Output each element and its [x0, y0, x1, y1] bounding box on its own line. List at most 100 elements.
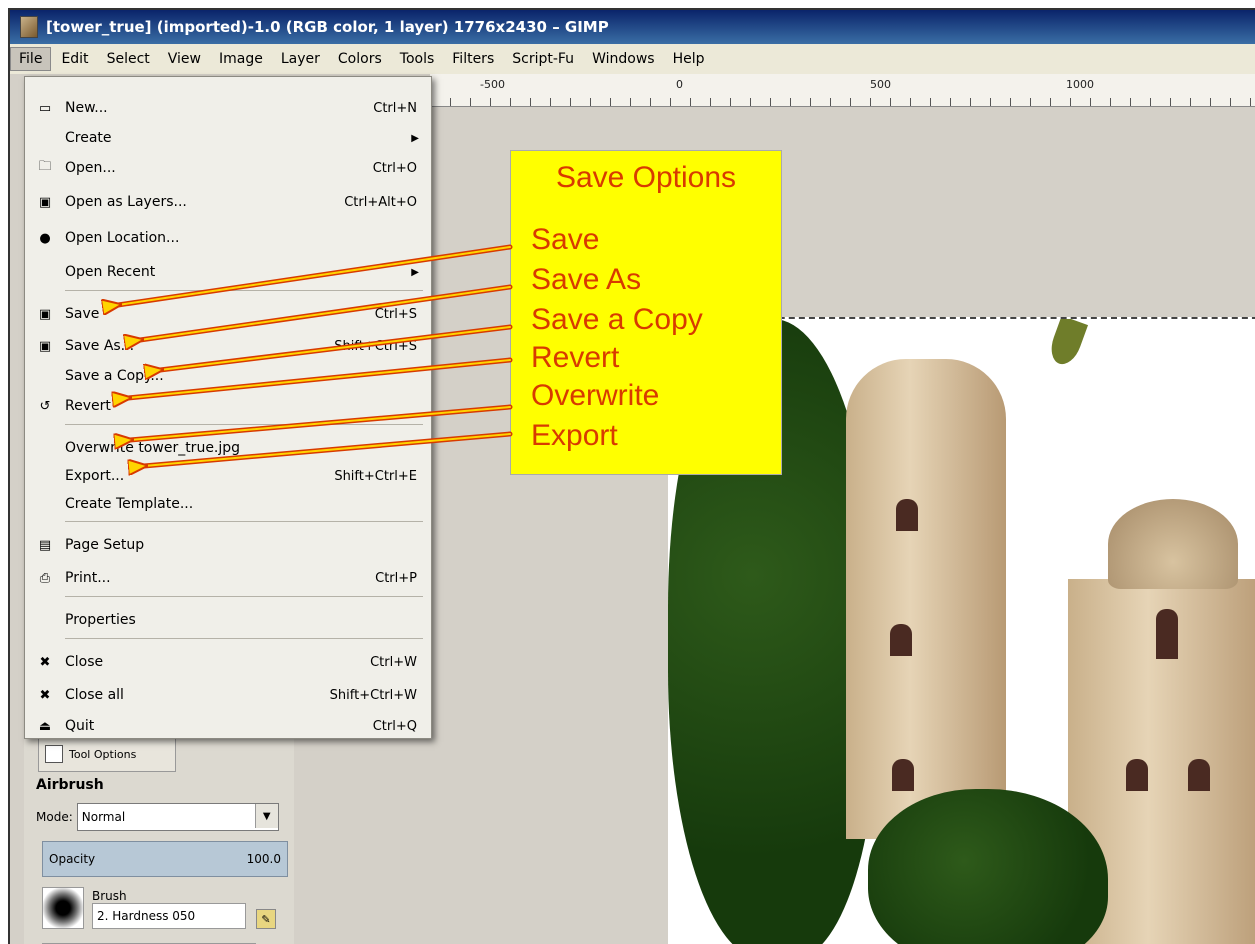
- menu-separator: [65, 424, 423, 425]
- tower-window: [890, 624, 912, 656]
- menu-item-save-as[interactable]: ▣ Save As... Shift+Ctrl+S: [25, 331, 431, 361]
- submenu-arrow-icon: ▶: [411, 266, 419, 278]
- menu-image[interactable]: Image: [211, 48, 271, 70]
- menu-icon-blank: [37, 496, 53, 512]
- menu-help[interactable]: Help: [665, 48, 713, 70]
- save-as-icon: ▣: [38, 338, 52, 354]
- menu-item-close-all[interactable]: ✖ Close all Shift+Ctrl+W: [25, 680, 431, 710]
- menu-item-close[interactable]: ✖ Close Ctrl+W: [25, 647, 431, 677]
- menu-item-overwrite[interactable]: Overwrite tower_true.jpg: [25, 433, 431, 463]
- page-setup-icon: ▤: [38, 537, 52, 553]
- print-icon: ⎙: [39, 570, 51, 586]
- menu-script-fu[interactable]: Script-Fu: [504, 48, 582, 70]
- brush-preview[interactable]: [42, 887, 84, 929]
- menu-item-save[interactable]: ▣ Save Ctrl+S: [25, 299, 431, 329]
- file-menu: ▭ New... Ctrl+N Create ▶ 🗀 Open... Ctrl+…: [24, 76, 432, 739]
- edit-brush-icon[interactable]: ✎: [256, 909, 276, 929]
- menu-item-shortcut: Ctrl+W: [370, 654, 417, 670]
- menu-filters[interactable]: Filters: [444, 48, 502, 70]
- menu-item-shortcut: Ctrl+N: [373, 100, 417, 116]
- menu-item-export[interactable]: Export... Shift+Ctrl+E: [25, 461, 431, 491]
- menu-item-open-recent[interactable]: Open Recent ▶: [25, 257, 431, 287]
- menu-item-label: Save a Copy...: [65, 368, 164, 384]
- open-folder-icon: 🗀: [38, 159, 52, 174]
- brush-name-input[interactable]: 2. Hardness 050: [92, 903, 246, 929]
- menu-layer[interactable]: Layer: [273, 48, 328, 70]
- brush-field: Brush 2. Hardness 050: [92, 889, 246, 929]
- menu-item-properties[interactable]: Properties: [25, 605, 431, 635]
- tower-window: [1126, 759, 1148, 791]
- menu-item-open-location[interactable]: ● Open Location...: [25, 223, 431, 253]
- ruler-ticks: [430, 98, 1255, 106]
- menu-item-save-a-copy[interactable]: Save a Copy...: [25, 361, 431, 391]
- gimp-app-icon: [20, 16, 38, 38]
- menu-item-label: Page Setup: [65, 537, 145, 553]
- menu-separator: [65, 596, 423, 597]
- save-icon: ▣: [38, 306, 52, 322]
- brush-value: 2. Hardness 050: [97, 909, 196, 923]
- menu-item-revert[interactable]: ↺ Revert: [25, 391, 431, 421]
- menu-icon-blank: [37, 612, 53, 628]
- tab-label: Tool Options: [69, 747, 137, 761]
- menu-item-label: Save As...: [65, 338, 135, 354]
- menu-item-label: Open Recent: [65, 264, 156, 280]
- menu-item-page-setup[interactable]: ▤ Page Setup: [25, 530, 431, 560]
- menu-item-label: Close all: [65, 687, 124, 703]
- menu-item-create-template[interactable]: Create Template...: [25, 489, 431, 519]
- menu-item-shortcut: Ctrl+S: [374, 306, 417, 322]
- menu-select[interactable]: Select: [99, 48, 158, 70]
- tool-options-panel: Tool Options Airbrush Mode: Normal ▼ Opa…: [24, 737, 294, 944]
- menu-item-shortcut: Ctrl+P: [375, 570, 417, 586]
- mode-select[interactable]: Normal ▼: [76, 803, 279, 831]
- title-bar: [tower_true] (imported)-1.0 (RGB color, …: [10, 10, 1255, 44]
- menu-edit[interactable]: Edit: [53, 48, 96, 70]
- menu-separator: [65, 290, 423, 291]
- menu-item-shortcut: Ctrl+O: [372, 160, 417, 176]
- menu-colors[interactable]: Colors: [330, 48, 390, 70]
- menu-item-shortcut: Shift+Ctrl+E: [334, 468, 417, 484]
- menu-icon-blank: [37, 440, 53, 456]
- callout-title: Save Options: [555, 161, 737, 194]
- menu-item-quit[interactable]: ⏏ Quit Ctrl+Q: [25, 711, 431, 741]
- menu-windows[interactable]: Windows: [584, 48, 663, 70]
- menu-separator: [65, 638, 423, 639]
- menu-bar: File Edit Select View Image Layer Colors…: [10, 44, 1255, 74]
- menu-icon-blank: [37, 264, 53, 280]
- menu-item-open-as-layers[interactable]: ▣ Open as Layers... Ctrl+Alt+O: [25, 187, 431, 217]
- close-icon: ✖: [39, 654, 51, 670]
- save-options-callout: Save Options Save Save As Save a Copy Re…: [510, 150, 782, 475]
- tool-name: Airbrush: [36, 777, 104, 793]
- gimp-window: [tower_true] (imported)-1.0 (RGB color, …: [8, 8, 1255, 944]
- chevron-down-icon[interactable]: ▼: [254, 804, 278, 828]
- menu-item-shortcut: Ctrl+Alt+O: [344, 194, 417, 210]
- menu-file[interactable]: File: [10, 47, 52, 71]
- menu-item-label: Open...: [65, 160, 116, 176]
- brush-row: Brush 2. Hardness 050 ✎: [42, 887, 276, 929]
- menu-item-new[interactable]: ▭ New... Ctrl+N: [25, 93, 431, 123]
- revert-icon: ↺: [39, 398, 51, 414]
- tool-options-tab[interactable]: Tool Options: [38, 737, 176, 772]
- opacity-slider[interactable]: Opacity 100.0: [42, 841, 288, 877]
- tower-window: [1188, 759, 1210, 791]
- mode-value: Normal: [81, 810, 126, 824]
- menu-item-shortcut: Ctrl+Q: [372, 718, 417, 734]
- menu-view[interactable]: View: [160, 48, 209, 70]
- callout-item: Save As: [531, 263, 642, 296]
- ruler-label: 500: [870, 78, 891, 91]
- tower-dome: [1108, 499, 1238, 589]
- menu-item-print[interactable]: ⎙ Print... Ctrl+P: [25, 563, 431, 593]
- menu-item-label: Properties: [65, 612, 136, 628]
- menu-tools[interactable]: Tools: [392, 48, 443, 70]
- horizontal-ruler[interactable]: -500 0 500 1000: [430, 74, 1255, 107]
- menu-item-create[interactable]: Create ▶: [25, 123, 431, 153]
- close-all-icon: ✖: [39, 687, 51, 703]
- opacity-value: 100.0: [246, 852, 281, 866]
- tower-window: [892, 759, 914, 791]
- ruler-label: 0: [676, 78, 683, 91]
- menu-icon-blank: [37, 368, 53, 384]
- globe-icon: ●: [39, 230, 51, 246]
- open-layers-icon: ▣: [38, 194, 52, 210]
- menu-item-open[interactable]: 🗀 Open... Ctrl+O: [25, 153, 431, 183]
- menu-item-shortcut: Shift+Ctrl+S: [334, 338, 417, 354]
- callout-item: Export: [531, 419, 618, 452]
